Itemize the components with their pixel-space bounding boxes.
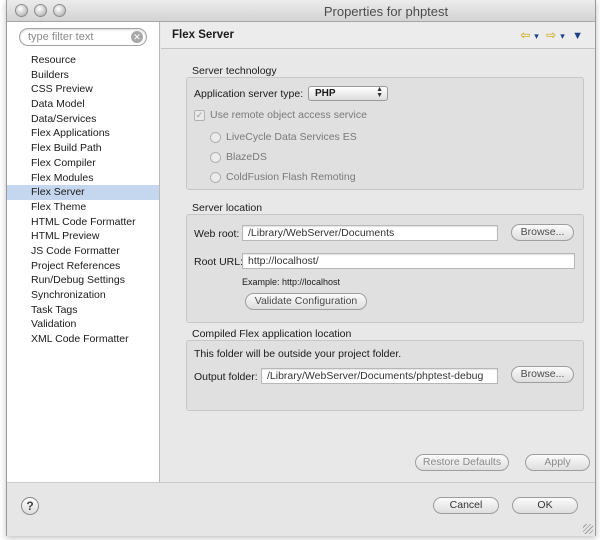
radio-livecycle-label: LiveCycle Data Services ES xyxy=(226,131,357,143)
sidebar-item-flex-theme[interactable]: Flex Theme xyxy=(7,200,159,215)
radio-blazeds[interactable] xyxy=(210,152,221,163)
view-menu-icon[interactable]: ▼ xyxy=(572,30,583,42)
sidebar-item-css-preview[interactable]: CSS Preview xyxy=(7,82,159,97)
app-server-type-value: PHP xyxy=(315,88,336,99)
outside-project-note: This folder will be outside your project… xyxy=(194,348,402,360)
sidebar-item-html-code-formatter[interactable]: HTML Code Formatter xyxy=(7,215,159,230)
sidebar-item-builders[interactable]: Builders xyxy=(7,68,159,83)
radio-livecycle[interactable] xyxy=(210,132,221,143)
app-server-type-label: Application server type: xyxy=(194,88,304,100)
server-technology-heading: Server technology xyxy=(192,65,277,77)
sidebar-item-html-preview[interactable]: HTML Preview xyxy=(7,229,159,244)
sidebar-item-data-services[interactable]: Data/Services xyxy=(7,112,159,127)
sidebar-item-resource[interactable]: Resource xyxy=(7,53,159,68)
compiled-location-group: This folder will be outside your project… xyxy=(186,340,584,411)
server-technology-group: Application server type: PHP ▲ ▼ ✓ Use re… xyxy=(186,77,584,190)
web-root-label: Web root: xyxy=(194,228,240,240)
properties-page: Flex Server ⇦ ▾ ⇨ ▾ ▼ Server technology Ap… xyxy=(161,22,595,482)
back-arrow-icon[interactable]: ⇦ xyxy=(520,28,530,42)
title-bar: Properties for phptest xyxy=(7,0,595,22)
sidebar-nav: Resource Builders CSS Preview Data Model… xyxy=(7,53,159,347)
sidebar-item-flex-server[interactable]: Flex Server xyxy=(7,185,159,200)
output-folder-browse-button[interactable]: Browse... xyxy=(511,366,574,383)
web-root-input[interactable]: /Library/WebServer/Documents xyxy=(242,225,498,241)
cancel-button[interactable]: Cancel xyxy=(433,497,499,514)
dialog-footer: ? Cancel OK xyxy=(7,482,595,536)
root-url-example: Example: http://localhost xyxy=(242,277,341,287)
sidebar-item-project-references[interactable]: Project References xyxy=(7,259,159,274)
forward-arrow-icon[interactable]: ⇨ xyxy=(546,28,556,42)
output-folder-input[interactable]: /Library/WebServer/Documents/phptest-deb… xyxy=(261,368,498,384)
root-url-input[interactable]: http://localhost/ xyxy=(242,253,575,269)
properties-window: Properties for phptest ✕ Resource Builde… xyxy=(6,0,596,536)
history-controls: ⇦ ▾ ⇨ ▾ ▼ xyxy=(516,28,583,42)
server-location-group: Web root: /Library/WebServer/Documents B… xyxy=(186,214,584,323)
server-location-heading: Server location xyxy=(192,202,263,214)
output-folder-label: Output folder: xyxy=(194,371,258,383)
page-title: Flex Server xyxy=(172,29,235,41)
sidebar-item-flex-build-path[interactable]: Flex Build Path xyxy=(7,141,159,156)
radio-blazeds-label: BlazeDS xyxy=(226,151,267,163)
restore-defaults-button[interactable]: Restore Defaults xyxy=(415,454,509,471)
help-icon[interactable]: ? xyxy=(21,497,39,515)
window-title: Properties for phptest xyxy=(323,4,449,19)
apply-button[interactable]: Apply xyxy=(525,454,590,471)
radio-coldfusion-label: ColdFusion Flash Remoting xyxy=(226,171,356,183)
forward-dropdown-icon[interactable]: ▾ xyxy=(560,31,565,41)
sidebar-item-validation[interactable]: Validation xyxy=(7,317,159,332)
clear-icon[interactable]: ✕ xyxy=(131,31,143,43)
sidebar-item-xml-code-formatter[interactable]: XML Code Formatter xyxy=(7,332,159,347)
sidebar-item-data-model[interactable]: Data Model xyxy=(7,97,159,112)
back-dropdown-icon[interactable]: ▾ xyxy=(534,31,539,41)
filter-field[interactable]: ✕ xyxy=(19,28,147,46)
remote-object-checkbox[interactable]: ✓ xyxy=(194,110,205,121)
resize-grip-icon[interactable] xyxy=(583,524,593,534)
page-header: Flex Server ⇦ ▾ ⇨ ▾ ▼ xyxy=(161,22,595,49)
ok-button[interactable]: OK xyxy=(512,497,578,514)
sidebar-item-task-tags[interactable]: Task Tags xyxy=(7,303,159,318)
sidebar-item-run-debug-settings[interactable]: Run/Debug Settings xyxy=(7,273,159,288)
validate-configuration-button[interactable]: Validate Configuration xyxy=(245,293,367,310)
sidebar: ✕ Resource Builders CSS Preview Data Mod… xyxy=(7,22,160,482)
sidebar-item-flex-modules[interactable]: Flex Modules xyxy=(7,171,159,186)
radio-coldfusion[interactable] xyxy=(210,172,221,183)
select-arrows-icon: ▲ ▼ xyxy=(376,86,383,99)
remote-object-label: Use remote object access service xyxy=(210,109,367,121)
sidebar-item-flex-applications[interactable]: Flex Applications xyxy=(7,126,159,141)
sidebar-item-flex-compiler[interactable]: Flex Compiler xyxy=(7,156,159,171)
sidebar-item-synchronization[interactable]: Synchronization xyxy=(7,288,159,303)
sidebar-item-js-code-formatter[interactable]: JS Code Formatter xyxy=(7,244,159,259)
filter-input[interactable] xyxy=(28,30,128,44)
app-server-type-select[interactable]: PHP ▲ ▼ xyxy=(308,86,388,101)
compiled-location-heading: Compiled Flex application location xyxy=(192,328,352,340)
web-root-browse-button[interactable]: Browse... xyxy=(511,224,574,241)
root-url-label: Root URL: xyxy=(194,256,244,268)
